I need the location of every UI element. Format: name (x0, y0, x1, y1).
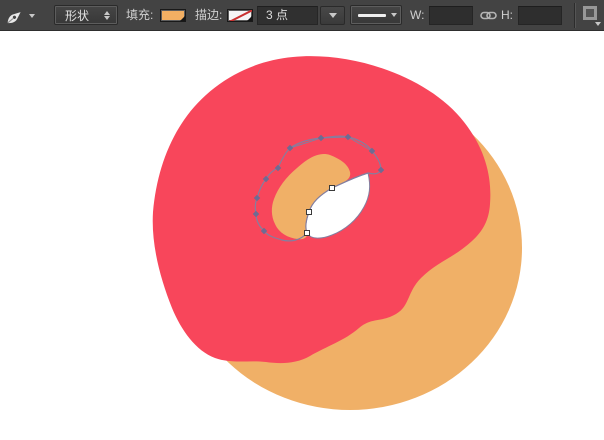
spinner-arrows-icon (104, 11, 110, 20)
fill-label: 填充: (126, 9, 153, 22)
shape-mode-label: 形状 (55, 7, 104, 24)
path-operations-caret-icon (595, 22, 601, 26)
fill-swatch[interactable] (160, 9, 186, 22)
link-dimensions-icon[interactable] (480, 9, 497, 22)
stroke-width-dropdown-button[interactable] (320, 6, 345, 25)
stroke-swatch-caret-icon (247, 16, 252, 21)
toolbar-separator (574, 3, 575, 28)
document-canvas[interactable] (0, 31, 604, 440)
stroke-style-caret-icon (391, 13, 397, 17)
donut-artwork (0, 31, 604, 440)
width-label: W: (410, 9, 424, 22)
stroke-label: 描边: (195, 9, 222, 22)
options-bar: 形状 填充: 描边: 3 点 W: H: (0, 0, 604, 31)
anchor-square[interactable] (330, 186, 335, 191)
fill-swatch-caret-icon (180, 16, 185, 21)
stroke-swatch[interactable] (227, 9, 253, 22)
solid-line-icon (358, 14, 386, 17)
height-label: H: (501, 9, 513, 22)
pen-tool-caret-icon (29, 14, 35, 18)
stroke-width-caret-icon (329, 13, 337, 18)
anchor-square[interactable] (307, 210, 312, 215)
pen-tool-button[interactable] (3, 4, 45, 27)
path-operations-button[interactable] (581, 6, 601, 26)
path-operations-icon (583, 6, 597, 20)
pen-icon (3, 4, 29, 28)
width-input[interactable] (429, 6, 473, 25)
stroke-width-field[interactable]: 3 点 (257, 6, 318, 25)
shape-mode-dropdown[interactable]: 形状 (54, 5, 118, 25)
height-input[interactable] (518, 6, 562, 25)
anchor-square[interactable] (305, 231, 310, 236)
stroke-style-dropdown[interactable] (350, 5, 402, 25)
